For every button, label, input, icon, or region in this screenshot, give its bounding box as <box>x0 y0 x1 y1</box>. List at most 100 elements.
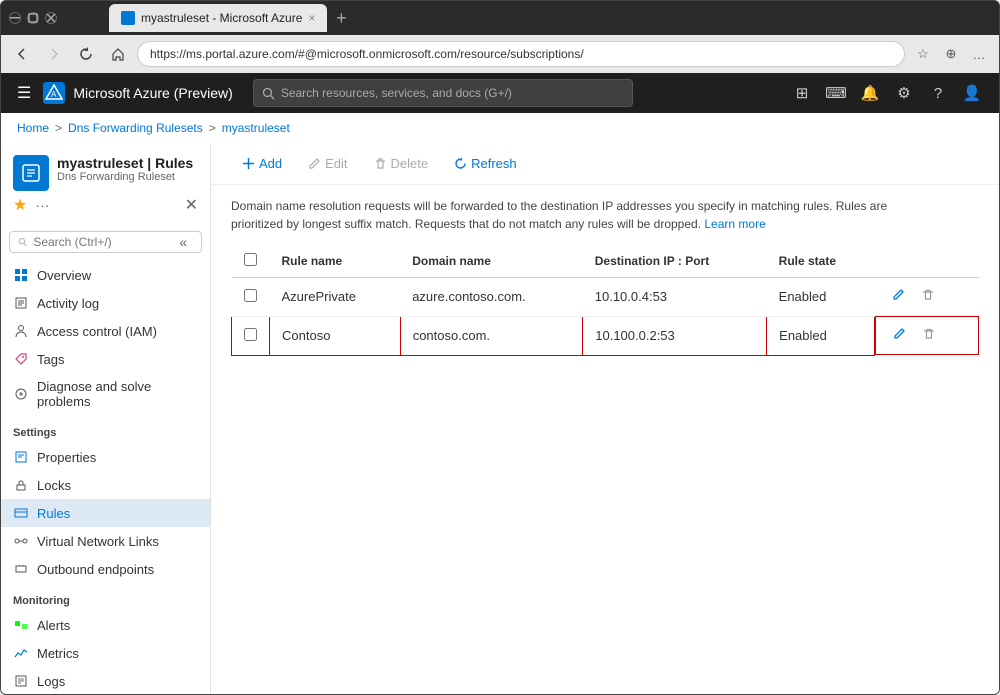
reload-button[interactable] <box>73 41 99 67</box>
sidebar-item-label-activity-log: Activity log <box>37 296 99 311</box>
portal-icon[interactable]: ⊞ <box>787 78 817 108</box>
help-icon[interactable]: ? <box>923 78 953 108</box>
rules-table: Rule name Domain name Destination IP : P… <box>231 245 979 356</box>
sidebar-item-tags[interactable]: Tags <box>1 345 210 373</box>
select-all-checkbox[interactable] <box>244 253 257 266</box>
sidebar-close-icon[interactable]: ✕ <box>185 195 198 215</box>
sidebar-resource-subtitle: Dns Forwarding Ruleset <box>57 171 198 183</box>
metrics-icon <box>13 645 29 661</box>
sidebar-item-label-properties: Properties <box>37 450 96 465</box>
window-controls <box>9 12 57 24</box>
breadcrumb-sep-1: > <box>55 121 62 135</box>
add-button[interactable]: Add <box>231 151 293 176</box>
delete-row-1-icon[interactable] <box>917 286 939 307</box>
settings-nav-icon[interactable]: ⚙ <box>889 78 919 108</box>
rules-icon <box>13 505 29 521</box>
row-checkbox-1[interactable] <box>244 289 257 302</box>
azure-topnav: ☰ A Microsoft Azure (Preview) Search res… <box>1 73 999 113</box>
azure-logo: A Microsoft Azure (Preview) <box>43 82 232 104</box>
sidebar-item-label-diagnose: Diagnose and solve problems <box>37 379 198 409</box>
forward-button[interactable] <box>41 41 67 67</box>
azure-logo-text: Microsoft Azure (Preview) <box>73 85 232 101</box>
sidebar-search[interactable]: « <box>9 231 202 253</box>
maximize-button[interactable] <box>27 12 39 24</box>
sidebar-resource-info: myastruleset | Rules Dns Forwarding Rule… <box>57 155 198 183</box>
breadcrumb: Home > Dns Forwarding Rulesets > myastru… <box>1 113 999 143</box>
edit-row-1-icon[interactable] <box>887 286 909 307</box>
edit-button[interactable]: Edit <box>297 151 358 176</box>
refresh-button[interactable]: Refresh <box>443 151 528 176</box>
breadcrumb-sep-2: > <box>209 121 216 135</box>
sidebar-item-locks[interactable]: Locks <box>1 471 210 499</box>
select-all-header <box>232 245 270 278</box>
favorite-star-icon[interactable]: ★ <box>13 195 27 215</box>
sidebar-item-logs[interactable]: Logs <box>1 667 210 694</box>
active-tab[interactable]: myastruleset - Microsoft Azure × <box>109 4 327 32</box>
sidebar-search-input[interactable] <box>33 235 169 249</box>
minimize-button[interactable] <box>9 12 21 24</box>
delete-button[interactable]: Delete <box>363 151 440 176</box>
browser-actions: ☆ ⊕ … <box>911 42 991 66</box>
sidebar-item-label-access-control: Access control (IAM) <box>37 324 157 339</box>
address-input[interactable] <box>137 41 905 67</box>
collapse-sidebar-button[interactable]: « <box>175 232 191 252</box>
overview-icon <box>13 267 29 283</box>
sidebar-item-metrics[interactable]: Metrics <box>1 639 210 667</box>
home-button[interactable] <box>105 41 131 67</box>
refresh-icon <box>454 157 467 170</box>
table-header-row: Rule name Domain name Destination IP : P… <box>232 245 980 278</box>
locks-icon <box>13 477 29 493</box>
sidebar-item-access-control[interactable]: Access control (IAM) <box>1 317 210 345</box>
learn-more-link[interactable]: Learn more <box>704 217 765 231</box>
table-body: AzurePrivate azure.contoso.com. 10.10.0.… <box>232 278 980 356</box>
breadcrumb-dns-rulesets[interactable]: Dns Forwarding Rulesets <box>68 121 203 135</box>
sidebar-item-virtual-network-links[interactable]: Virtual Network Links <box>1 527 210 555</box>
row-checkbox-2[interactable] <box>244 328 257 341</box>
sidebar-item-activity-log[interactable]: Activity log <box>1 289 210 317</box>
settings-icon[interactable]: … <box>967 42 991 66</box>
sidebar-resource-icon <box>13 155 49 191</box>
tab-close-button[interactable]: × <box>308 11 315 25</box>
close-window-button[interactable] <box>45 12 57 24</box>
table-row-highlighted: Contoso contoso.com. 10.100.0.2:53 Enabl… <box>232 316 980 355</box>
actions-cell-2 <box>875 316 979 355</box>
extensions-icon[interactable]: ⊕ <box>939 42 963 66</box>
sidebar-item-alerts[interactable]: Alerts <box>1 611 210 639</box>
title-bar: myastruleset - Microsoft Azure × + <box>1 1 999 35</box>
col-actions <box>875 245 979 278</box>
hamburger-menu[interactable]: ☰ <box>13 79 35 107</box>
sidebar-item-label-logs: Logs <box>37 674 65 689</box>
user-icon[interactable]: 👤 <box>957 78 987 108</box>
add-label: Add <box>259 156 282 171</box>
properties-icon <box>13 449 29 465</box>
sidebar-item-rules[interactable]: Rules <box>1 499 210 527</box>
edit-row-2-icon[interactable] <box>888 325 910 346</box>
back-button[interactable] <box>9 41 35 67</box>
info-text-content: Domain name resolution requests will be … <box>231 199 887 231</box>
cloud-shell-icon[interactable]: ⌨ <box>821 78 851 108</box>
azure-global-search[interactable]: Search resources, services, and docs (G+… <box>253 79 633 107</box>
destination-ip-cell-2: 10.100.0.2:53 <box>583 316 767 355</box>
diagnose-icon <box>13 386 29 402</box>
col-rule-state: Rule state <box>767 245 875 278</box>
breadcrumb-home[interactable]: Home <box>17 121 49 135</box>
delete-icon <box>374 157 387 170</box>
page-content: Home > Dns Forwarding Rulesets > myastru… <box>1 113 999 694</box>
tab-favicon <box>121 11 135 25</box>
sidebar-item-properties[interactable]: Properties <box>1 443 210 471</box>
address-bar-row: ☆ ⊕ … <box>1 35 999 73</box>
sidebar-item-outbound-endpoints[interactable]: Outbound endpoints <box>1 555 210 583</box>
table-row: AzurePrivate azure.contoso.com. 10.10.0.… <box>232 278 980 317</box>
col-destination-ip: Destination IP : Port <box>583 245 767 278</box>
delete-row-2-icon[interactable] <box>918 325 940 346</box>
rule-state-cell-1: Enabled <box>767 278 875 317</box>
logs-icon <box>13 673 29 689</box>
sidebar-item-overview[interactable]: Overview <box>1 261 210 289</box>
new-tab-button[interactable]: + <box>327 4 355 32</box>
notifications-icon[interactable]: 🔔 <box>855 78 885 108</box>
edit-icon <box>308 157 321 170</box>
more-options-icon[interactable]: ··· <box>35 197 49 213</box>
azure-logo-icon: A <box>43 82 65 104</box>
favorites-icon[interactable]: ☆ <box>911 42 935 66</box>
sidebar-item-diagnose[interactable]: Diagnose and solve problems <box>1 373 210 415</box>
